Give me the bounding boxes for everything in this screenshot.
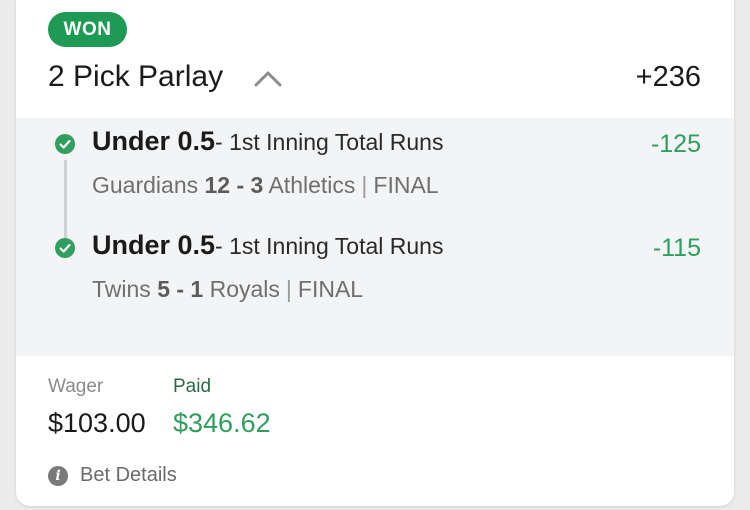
leg-pick: Under 0.5 bbox=[92, 230, 216, 260]
leg-market: - 1st Inning Total Runs bbox=[215, 233, 444, 259]
check-circle-icon bbox=[55, 238, 75, 258]
team-name: Twins bbox=[92, 276, 151, 302]
status-badge: WON bbox=[48, 12, 127, 47]
info-icon: i bbox=[48, 465, 68, 486]
leg-row: Under 0.5- 1st Inning Total Runs bbox=[92, 126, 443, 157]
bet-title: 2 Pick Parlay bbox=[48, 60, 224, 93]
game-score: 12 - 3 bbox=[204, 172, 264, 198]
team-name: Royals bbox=[209, 276, 280, 302]
paid-label: Paid bbox=[173, 376, 212, 397]
leg-connector-line bbox=[64, 160, 67, 246]
leg-score-line: Twins 5 - 1 Royals | FINAL bbox=[92, 276, 363, 303]
wager-amount: $103.00 bbox=[48, 408, 146, 438]
team-name: Guardians bbox=[92, 172, 199, 198]
leg-row: Under 0.5- 1st Inning Total Runs bbox=[92, 230, 443, 261]
game-state: FINAL bbox=[373, 172, 439, 198]
bet-details-label: Bet Details bbox=[80, 464, 177, 486]
leg-odds: -115 bbox=[652, 234, 701, 262]
parlay-odds: +236 bbox=[635, 61, 701, 93]
check-circle-icon bbox=[55, 134, 75, 154]
leg-score-line: Guardians 12 - 3 Athletics | FINAL bbox=[92, 172, 439, 199]
separator: | bbox=[361, 172, 368, 198]
game-state: FINAL bbox=[297, 276, 364, 302]
paid-amount: $346.62 bbox=[173, 408, 271, 438]
bet-details-link[interactable]: i Bet Details bbox=[48, 464, 177, 487]
legs-panel: Under 0.5- 1st Inning Total Runs -125 Gu… bbox=[16, 118, 734, 356]
leg-odds: -125 bbox=[650, 130, 701, 158]
game-score: 5 - 1 bbox=[157, 276, 204, 302]
leg-market: - 1st Inning Total Runs bbox=[215, 129, 444, 155]
leg-pick: Under 0.5 bbox=[92, 126, 216, 156]
wager-label: Wager bbox=[48, 376, 104, 397]
team-name: Athletics bbox=[268, 172, 356, 198]
chevron-up-icon[interactable] bbox=[254, 68, 282, 88]
separator: | bbox=[285, 276, 292, 302]
bet-card: WON 2 Pick Parlay +236 Under 0.5- 1st In… bbox=[16, 0, 734, 506]
